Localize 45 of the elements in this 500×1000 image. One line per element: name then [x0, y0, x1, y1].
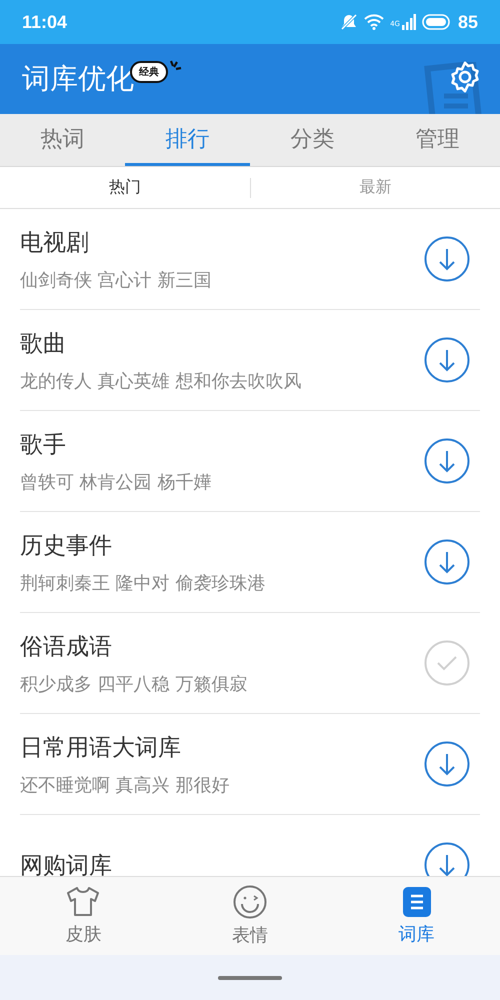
- item-examples: 龙的传人 真心英雄 想和你去吹吹风: [20, 370, 302, 392]
- item-examples: 曾轶可 林肯公园 杨千嬅: [20, 470, 212, 494]
- item-title: 电视剧: [20, 228, 90, 258]
- item-title: 历史事件: [20, 532, 113, 560]
- download-icon[interactable]: [424, 741, 470, 787]
- download-icon[interactable]: [424, 842, 470, 876]
- item-title: 俗语成语: [20, 632, 113, 662]
- item-title: 歌手: [20, 430, 67, 460]
- nav-tab[interactable]: 皮肤: [0, 877, 167, 955]
- dictionary-item[interactable]: 俗语成语 积少成多 四平八稳 万籁俱寂: [20, 613, 480, 714]
- muted-bell-icon: [340, 13, 358, 31]
- item-title: 歌曲: [20, 330, 67, 358]
- download-icon[interactable]: [424, 539, 470, 585]
- item-examples: 还不睡觉啊 真高兴 那很好: [20, 774, 230, 796]
- tab[interactable]: 分类: [250, 114, 375, 166]
- tab[interactable]: 热词: [0, 114, 125, 166]
- item-examples: 荆轲刺秦王 隆中对 偷袭珍珠港: [20, 572, 266, 594]
- dictionary-item[interactable]: 历史事件 荆轲刺秦王 隆中对 偷袭珍珠港: [20, 512, 480, 613]
- home-indicator[interactable]: [218, 976, 282, 980]
- document-icon: [424, 62, 484, 114]
- book-icon: [402, 886, 432, 918]
- battery-level: 85: [458, 12, 478, 32]
- item-title: 日常用语大词库: [20, 734, 182, 762]
- dictionary-item[interactable]: 歌手 曾轶可 林肯公园 杨千嬅: [20, 411, 480, 512]
- download-icon[interactable]: [424, 438, 470, 484]
- dictionary-item[interactable]: 歌曲 龙的传人 真心英雄 想和你去吹吹风: [20, 310, 480, 411]
- download-icon[interactable]: [424, 337, 470, 383]
- battery-icon: [422, 14, 452, 30]
- clock: 11:04: [22, 12, 68, 32]
- download-icon[interactable]: [424, 236, 470, 282]
- nav-tab[interactable]: 表情: [166, 877, 334, 955]
- wifi-icon: [364, 14, 384, 30]
- dictionary-item[interactable]: 电视剧 仙剑奇侠 宫心计 新三国: [20, 209, 480, 310]
- nav-tab[interactable]: 词库: [333, 877, 500, 955]
- sub-tab[interactable]: 热门: [0, 176, 250, 199]
- installed-check-icon[interactable]: [424, 640, 470, 686]
- item-title: 网购词库: [20, 852, 112, 876]
- tab[interactable]: 管理: [375, 114, 500, 166]
- classic-badge: 经典: [130, 61, 168, 83]
- signal-icon: [402, 14, 416, 30]
- item-examples: 积少成多 四平八稳 万籁俱寂: [20, 672, 248, 696]
- item-examples: 仙剑奇侠 宫心计 新三国: [20, 268, 212, 292]
- shirt-icon: [66, 886, 100, 918]
- smiley-icon: [233, 885, 267, 919]
- dictionary-item[interactable]: 日常用语大词库 还不睡觉啊 真高兴 那很好: [20, 714, 480, 815]
